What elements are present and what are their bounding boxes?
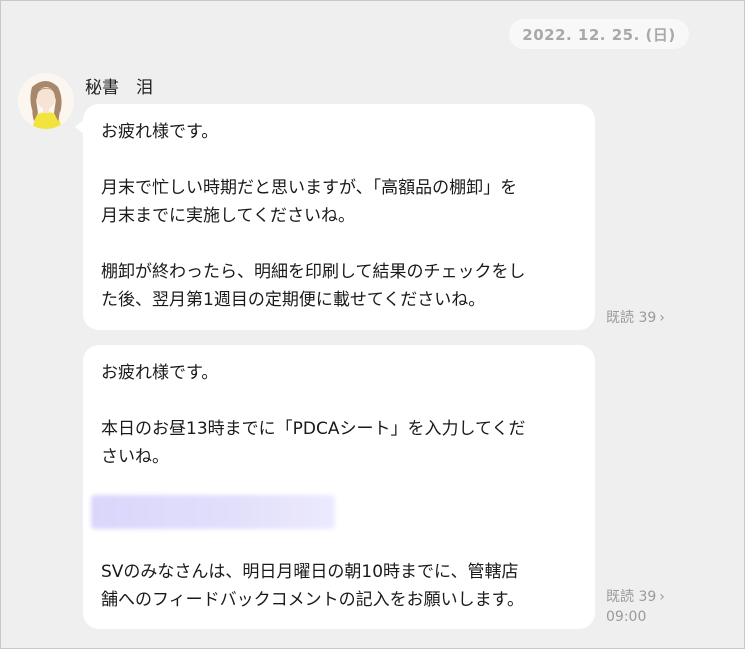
- message-line: お疲れ様です。: [101, 122, 219, 142]
- message-bubble[interactable]: お疲れ様です。 月末で忙しい時期だと思いますが、「高額品の棚卸」を 月末までに実…: [83, 104, 595, 330]
- chevron-right-icon: ›: [659, 589, 665, 605]
- chat-window: 2022. 12. 25. (日) 秘書 泪 お疲れ様です。 月末で忙しい時期だ…: [0, 0, 745, 649]
- message-line: 月末で忙しい時期だと思いますが、「高額品の棚卸」を: [101, 178, 518, 198]
- read-count-label: 既読 39: [606, 310, 657, 326]
- read-count-label: 既読 39: [606, 589, 657, 605]
- read-receipt[interactable]: 既読 39 ›: [606, 308, 665, 328]
- sender-name: 秘書 泪: [85, 78, 153, 98]
- sender-avatar[interactable]: [18, 73, 74, 129]
- message-bubble[interactable]: お疲れ様です。 本日のお昼13時までに「PDCAシート」を入力してくだ さいね。…: [83, 345, 595, 629]
- message-line: お疲れ様です。: [101, 363, 219, 383]
- date-separator: 2022. 12. 25. (日): [509, 19, 689, 49]
- message-line: 棚卸が終わったら、明細を印刷して結果のチェックをし: [101, 262, 526, 282]
- message-timestamp: 09:00: [606, 609, 647, 625]
- chevron-right-icon: ›: [659, 310, 665, 326]
- message-line: 本日のお昼13時までに「PDCAシート」を入力してくだ: [101, 419, 526, 439]
- read-receipt[interactable]: 既読 39 ›: [606, 587, 665, 607]
- message-line: さいね。: [101, 447, 169, 467]
- message-line: た後、翌月第1週目の定期便に載せてくださいね。: [101, 290, 486, 310]
- message-line: 月末までに実施してくださいね。: [101, 206, 355, 226]
- blurred-link[interactable]: [91, 495, 335, 529]
- message-line: SVのみなさんは、明日月曜日の朝10時までに、管轄店: [101, 562, 519, 582]
- message-line: 舗へのフィードバックコメントの記入をお願いします。: [101, 590, 524, 610]
